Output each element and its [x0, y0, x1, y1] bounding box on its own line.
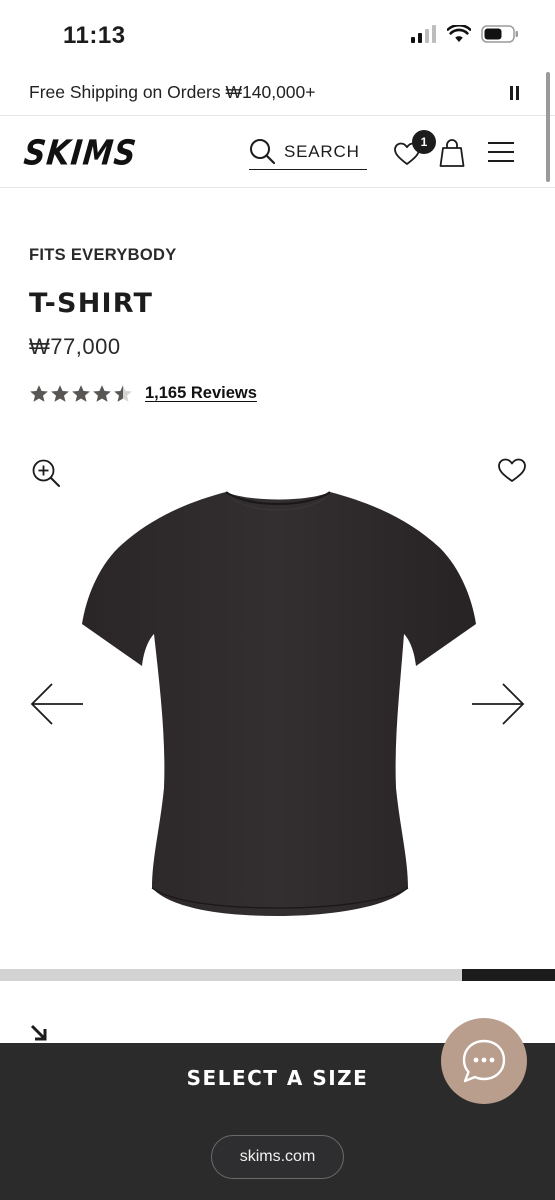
status-time: 11:13 [63, 22, 126, 49]
reviews-link[interactable]: 1,165 Reviews [145, 384, 257, 403]
wifi-icon [447, 25, 471, 42]
status-icons [411, 24, 519, 44]
gallery-progress-bar [0, 969, 555, 981]
next-image-arrow-icon[interactable] [470, 682, 526, 726]
star-icon [51, 385, 69, 402]
search-icon [250, 139, 276, 165]
product-collection: FITS EVERYBODY [29, 246, 177, 264]
browser-url-pill[interactable]: skims.com [211, 1135, 344, 1179]
zoom-in-icon[interactable] [31, 458, 61, 488]
status-bar: 11:13 [0, 0, 555, 70]
promo-bar: Free Shipping on Orders ₩140,000+ [0, 70, 555, 116]
chat-button[interactable] [441, 1018, 527, 1104]
signal-icon [411, 25, 436, 43]
product-title: T-SHIRT [29, 288, 154, 319]
hamburger-menu-icon[interactable] [487, 141, 515, 163]
star-icon [114, 385, 132, 402]
pause-button[interactable] [509, 86, 521, 100]
rating-stars [29, 384, 133, 403]
arrow-down-right-icon [30, 1024, 47, 1041]
scroll-indicator [546, 72, 550, 182]
search-label: SEARCH [284, 141, 360, 161]
wishlist-count-badge: 1 [412, 130, 436, 154]
promo-text: Free Shipping on Orders ₩140,000+ [29, 82, 316, 102]
star-icon [93, 385, 111, 402]
skims-logo[interactable]: SKIMS [22, 133, 139, 173]
search-button[interactable]: SEARCH [249, 134, 367, 170]
product-rating: 1,165 Reviews [29, 384, 257, 403]
shopping-bag-icon[interactable] [439, 138, 465, 168]
product-price: ₩77,000 [29, 334, 121, 359]
star-icon [72, 385, 90, 402]
gallery-progress-fill [462, 969, 555, 981]
battery-icon [481, 25, 518, 43]
chat-bubble-icon [462, 1039, 506, 1083]
star-icon [30, 385, 48, 402]
previous-image-arrow-icon[interactable] [29, 682, 85, 726]
add-to-wishlist-heart-icon[interactable] [497, 456, 527, 484]
product-image-tshirt[interactable] [78, 488, 478, 920]
site-header: SKIMS SEARCH [0, 116, 555, 188]
